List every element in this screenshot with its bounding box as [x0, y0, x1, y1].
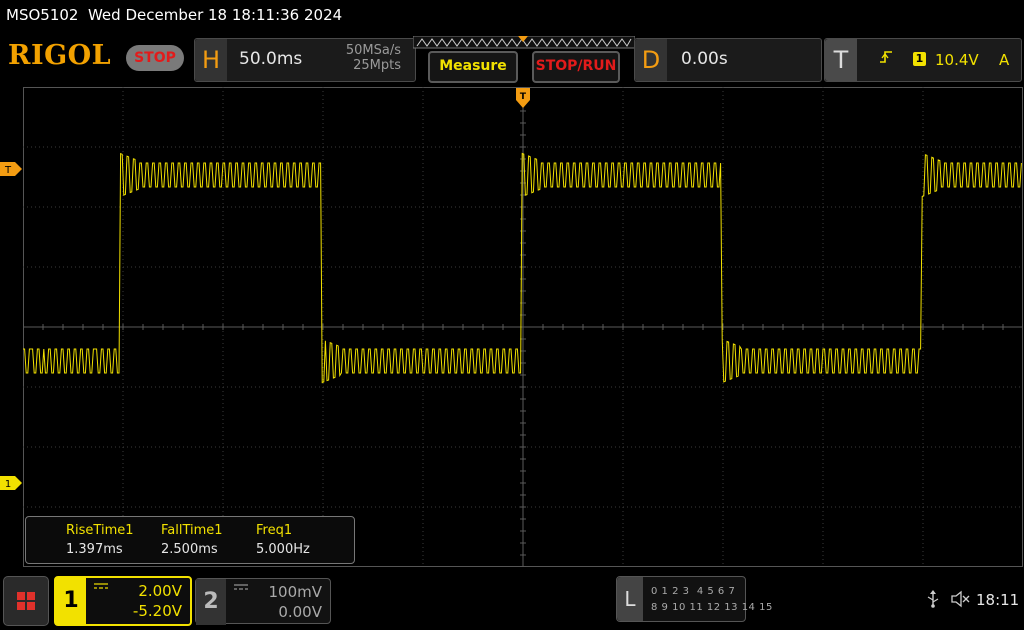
logic-channels-row2: 8 9 10 11 12 13 14 15 — [651, 602, 773, 613]
trigger-panel[interactable]: T 1 10.4V A — [824, 38, 1022, 82]
graticule — [23, 87, 1023, 567]
channel1-number: 1 — [56, 578, 86, 624]
channel1-scale: 2.00V — [138, 582, 182, 600]
stop-run-button[interactable]: STOP/RUN — [532, 51, 620, 83]
channel1-trace — [23, 152, 1022, 384]
trigger-level: 10.4V — [935, 51, 979, 69]
trigger-source-badge: 1 — [913, 52, 926, 66]
measurement-value: 5.000Hz — [256, 542, 310, 557]
measurement-results[interactable]: RiseTime1 1.397ms FallTime1 2.500ms Freq… — [25, 516, 355, 564]
horizontal-label: H — [195, 39, 227, 81]
status-line: MSO5102 Wed December 18 18:11:36 2024 — [6, 6, 343, 24]
speaker-muted-icon[interactable] — [950, 590, 970, 608]
dc-coupling-icon — [94, 583, 108, 589]
measurement-item: Freq1 5.000Hz — [256, 523, 310, 557]
menu-grid-icon — [17, 592, 35, 610]
horizontal-panel[interactable]: H 50.0ms 50MSa/s 25Mpts — [194, 38, 416, 82]
measurement-item: RiseTime1 1.397ms — [66, 523, 134, 557]
measurement-name: RiseTime1 — [66, 523, 134, 538]
sample-rate: 50MSa/s — [345, 43, 401, 58]
measurement-name: Freq1 — [256, 523, 293, 538]
channel2-scale: 100mV — [268, 583, 322, 601]
memory-depth: 25Mpts — [353, 58, 401, 73]
channel1-offset: -5.20V — [132, 602, 182, 620]
trigger-mode: A — [999, 51, 1010, 69]
timebase-value: 50.0ms — [239, 49, 303, 69]
delay-value: 0.00s — [681, 49, 728, 69]
rigol-logo: RIGOL — [8, 40, 112, 71]
system-clock: 18:11 — [976, 591, 1020, 609]
logic-analyzer-panel[interactable]: L 0 1 2 3 4 5 6 7 8 9 10 11 12 13 14 15 — [616, 576, 772, 622]
rising-edge-icon — [880, 51, 892, 63]
measurement-value: 2.500ms — [161, 542, 218, 557]
channel1-marker-label: 1 — [5, 479, 11, 490]
channel2-panel[interactable]: 2 100mV 0.00V — [195, 578, 331, 625]
dc-coupling-icon — [234, 584, 248, 590]
measurement-name: FallTime1 — [161, 523, 223, 538]
acquisition-info: 50MSa/s 25Mpts — [346, 43, 401, 73]
channel1-panel[interactable]: 1 2.00V -5.20V — [54, 576, 192, 626]
svg-text:T: T — [520, 92, 527, 102]
channel2-number: 2 — [196, 579, 226, 625]
trigger-level-marker[interactable]: T — [0, 162, 22, 176]
usb-icon — [927, 590, 939, 608]
logic-analyzer-label: L — [617, 577, 643, 621]
delay-panel[interactable]: D 0.00s — [634, 38, 822, 82]
waveform-display[interactable] — [23, 87, 1023, 567]
logic-channels-row1: 0 1 2 3 4 5 6 7 — [651, 586, 736, 597]
delay-label: D — [635, 39, 667, 81]
channel1-offset-marker[interactable]: 1 — [0, 476, 22, 490]
measurement-value: 1.397ms — [66, 542, 123, 557]
trigger-label: T — [825, 39, 857, 81]
channel2-offset: 0.00V — [278, 603, 322, 621]
measure-button[interactable]: Measure — [428, 51, 518, 83]
measurement-item: FallTime1 2.500ms — [161, 523, 223, 557]
run-state-badge[interactable]: STOP — [126, 45, 184, 71]
trigger-level-marker-label: T — [4, 165, 12, 176]
main-menu-button[interactable] — [3, 576, 49, 626]
memory-position-ruler — [413, 36, 635, 49]
trigger-position-marker[interactable]: T — [516, 88, 530, 110]
